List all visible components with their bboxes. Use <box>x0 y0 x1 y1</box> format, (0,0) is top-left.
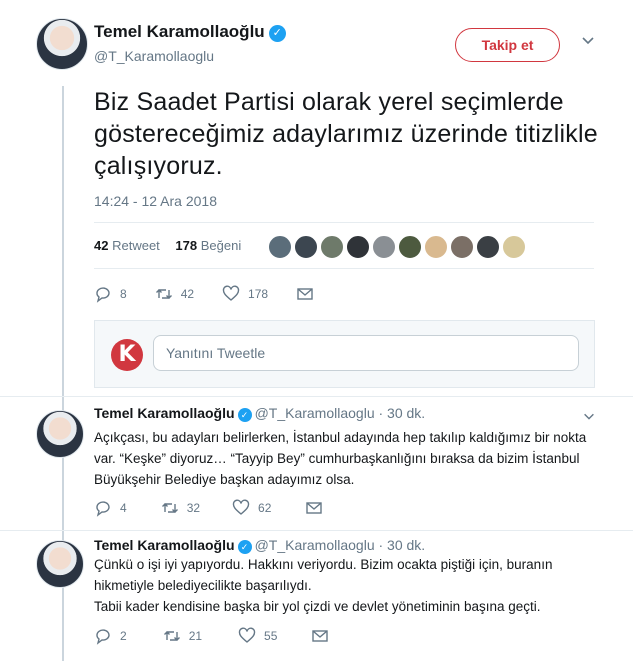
reply-header: Temel Karamollaoğlu ✓ @T_Karamollaoglu · 3… <box>94 537 425 554</box>
follow-button[interactable]: Takip et <box>455 28 560 62</box>
verified-badge-icon: ✓ <box>237 408 252 422</box>
reply-header: Temel Karamollaoğlu ✓ @T_Karamollaoglu · 3… <box>94 405 425 422</box>
tweet-timestamp[interactable]: 14:24 - 12 Ara 2018 <box>94 193 217 209</box>
reply-text: Çünkü o işi iyi yapıyordu. Hakkını veriy… <box>94 557 553 614</box>
liker-avatar[interactable] <box>346 235 370 259</box>
retweet-stat[interactable]: 42 Retweet <box>94 238 160 253</box>
avatar[interactable] <box>36 540 84 588</box>
liker-avatar[interactable] <box>450 235 474 259</box>
reply-text: Açıkçası, bu adayları belirlerken, İstan… <box>94 430 587 487</box>
divider <box>94 222 594 223</box>
author-handle[interactable]: @T_Karamollaoglu <box>94 48 214 64</box>
message-button[interactable] <box>311 627 337 645</box>
like-button[interactable]: 62 <box>232 499 271 517</box>
envelope-icon <box>306 502 323 514</box>
heart-icon <box>232 499 250 515</box>
user-logo-avatar: K <box>111 339 143 371</box>
author-meta[interactable]: @T_Karamollaoglu · 30 dk. <box>255 405 426 421</box>
reply-icon <box>96 287 110 303</box>
liker-avatars <box>268 235 528 259</box>
message-button[interactable] <box>305 499 331 517</box>
chevron-down-icon[interactable] <box>582 409 596 423</box>
retweet-icon <box>163 631 180 641</box>
author-name[interactable]: Temel Karamollaoğlu ✓ <box>94 22 286 42</box>
message-button[interactable] <box>296 285 322 303</box>
liker-avatar[interactable] <box>476 235 500 259</box>
tweet-actions: 8 42 178 <box>94 285 350 303</box>
reply-composer: K Yanıtını Tweetle <box>94 320 595 388</box>
like-stat[interactable]: 178 Beğeni <box>175 238 241 253</box>
verified-badge-icon: ✓ <box>268 25 286 42</box>
tweet-text: Biz Saadet Partisi olarak yerel seçimler… <box>94 88 598 180</box>
reply-button[interactable]: 2 <box>94 627 127 645</box>
retweet-icon <box>155 289 172 299</box>
avatar[interactable] <box>36 18 88 70</box>
liker-avatar[interactable] <box>294 235 318 259</box>
verified-badge-icon: ✓ <box>237 540 252 554</box>
like-button[interactable]: 55 <box>238 627 277 645</box>
author-name[interactable]: Temel Karamollaoğlu <box>94 537 235 553</box>
divider <box>94 268 594 269</box>
retweet-button[interactable]: 42 <box>155 285 194 303</box>
reply-icon <box>96 629 110 645</box>
retweet-button[interactable]: 21 <box>163 627 202 645</box>
tweet-actions: 2 21 55 <box>94 627 365 645</box>
reply-input[interactable]: Yanıtını Tweetle <box>153 335 579 371</box>
tweet-actions: 4 32 62 <box>94 499 359 517</box>
liker-avatar[interactable] <box>372 235 396 259</box>
like-button[interactable]: 178 <box>222 285 268 303</box>
separator <box>0 396 633 397</box>
tweet-stats: 42 Retweet 178 Beğeni <box>94 238 253 253</box>
liker-avatar[interactable] <box>502 235 526 259</box>
liker-avatar[interactable] <box>268 235 292 259</box>
author-name[interactable]: Temel Karamollaoğlu <box>94 405 235 421</box>
envelope-icon <box>312 630 329 642</box>
avatar[interactable] <box>36 410 84 458</box>
reply-icon <box>96 501 110 517</box>
retweet-icon <box>161 503 178 513</box>
reply-button[interactable]: 8 <box>94 285 127 303</box>
reply-button[interactable]: 4 <box>94 499 127 517</box>
liker-avatar[interactable] <box>398 235 422 259</box>
heart-icon <box>222 285 240 301</box>
author-meta[interactable]: @T_Karamollaoglu · 30 dk. <box>255 537 426 553</box>
chevron-down-icon[interactable] <box>580 32 596 48</box>
envelope-icon <box>297 288 313 300</box>
heart-icon <box>238 627 256 643</box>
liker-avatar[interactable] <box>424 235 448 259</box>
retweet-button[interactable]: 32 <box>161 499 200 517</box>
separator <box>0 530 633 531</box>
liker-avatar[interactable] <box>320 235 344 259</box>
